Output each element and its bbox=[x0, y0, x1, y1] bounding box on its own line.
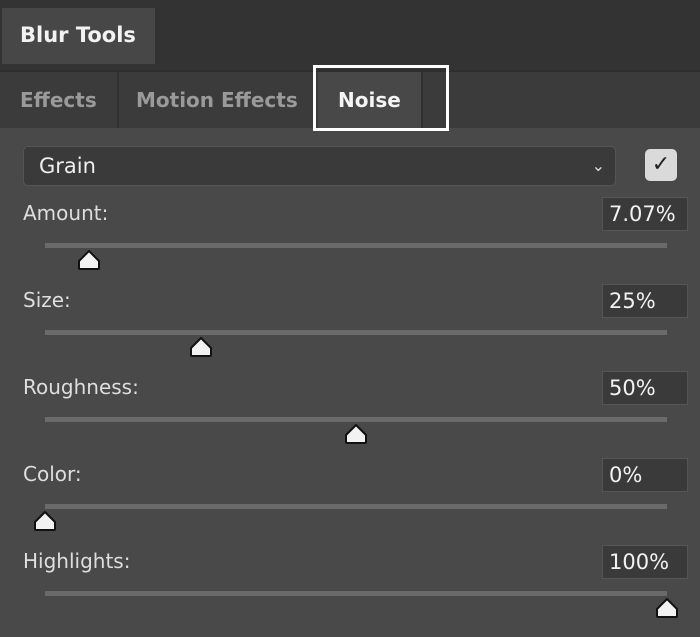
blur-tools-tab[interactable]: Blur Tools bbox=[2, 8, 155, 64]
slider-row: Size: 25% bbox=[0, 284, 700, 371]
slider-thumb[interactable] bbox=[344, 424, 368, 444]
slider-thumb[interactable] bbox=[77, 250, 101, 270]
slider-value-input[interactable]: 0% bbox=[602, 458, 688, 492]
slider-label: Roughness: bbox=[23, 375, 139, 399]
slider-row: Highlights: 100% bbox=[0, 545, 700, 632]
slider-value-input[interactable]: 100% bbox=[602, 545, 688, 579]
tab-motion-effects[interactable]: Motion Effects bbox=[116, 72, 320, 128]
enable-checkbox[interactable]: ✓ bbox=[645, 149, 677, 181]
chevron-down-icon: ⌄ bbox=[591, 156, 605, 175]
slider-value-input[interactable]: 25% bbox=[602, 284, 688, 318]
slider-track[interactable] bbox=[45, 504, 667, 509]
slider-track[interactable] bbox=[45, 330, 667, 335]
slider-label: Amount: bbox=[23, 201, 109, 225]
slider-thumb[interactable] bbox=[33, 511, 57, 531]
slider-label: Highlights: bbox=[23, 549, 131, 573]
slider-label: Size: bbox=[23, 288, 71, 312]
slider-value-input[interactable]: 50% bbox=[602, 371, 688, 405]
tab-effects[interactable]: Effects bbox=[0, 72, 119, 128]
slider-row: Roughness: 50% bbox=[0, 371, 700, 458]
slider-row: Amount: 7.07% bbox=[0, 197, 700, 284]
slider-thumb[interactable] bbox=[189, 337, 213, 357]
panel-header: Blur Tools bbox=[0, 0, 700, 70]
slider-track[interactable] bbox=[45, 243, 667, 248]
tab-bar: Effects Motion Effects Noise bbox=[0, 70, 700, 128]
slider-track[interactable] bbox=[45, 417, 667, 422]
slider-thumb[interactable] bbox=[655, 598, 679, 618]
slider-value-input[interactable]: 7.07% bbox=[602, 197, 688, 231]
dropdown-value: Grain bbox=[39, 154, 96, 178]
noise-type-dropdown[interactable]: Grain ⌄ bbox=[23, 146, 616, 186]
slider-track[interactable] bbox=[45, 591, 667, 596]
tab-noise[interactable]: Noise bbox=[318, 72, 423, 128]
slider-label: Color: bbox=[23, 462, 82, 486]
checkmark-icon: ✓ bbox=[651, 152, 671, 177]
slider-row: Color: 0% bbox=[0, 458, 700, 545]
